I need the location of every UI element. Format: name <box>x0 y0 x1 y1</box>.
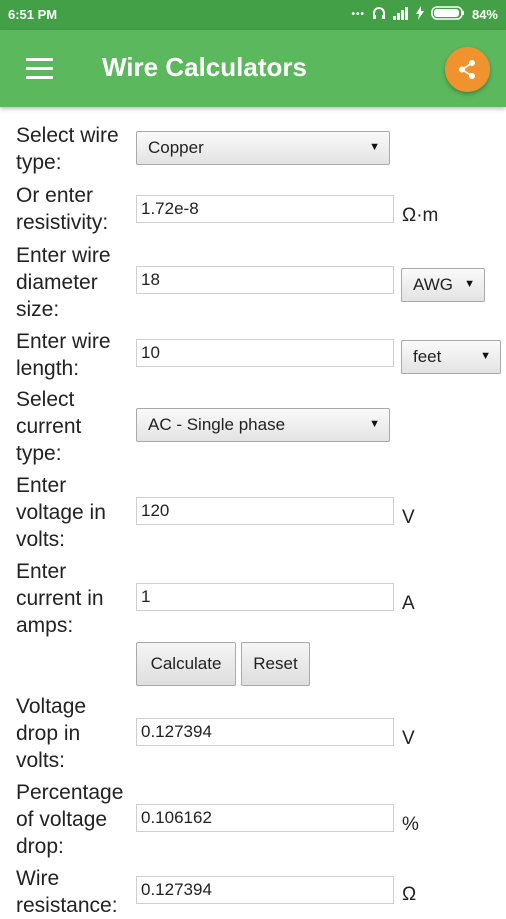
percent-drop-label: Percentage of voltage drop: <box>16 781 124 858</box>
voltage-unit: V <box>402 507 415 528</box>
diameter-unit-select[interactable]: AWG ▼ <box>401 268 485 302</box>
app-bar: Wire Calculators <box>0 30 506 107</box>
status-time: 6:51 PM <box>8 7 58 22</box>
length-unit-value: feet <box>413 347 442 366</box>
charging-icon <box>415 6 424 23</box>
status-bar: 6:51 PM ••• 84% <box>0 0 506 30</box>
dropdown-arrow-icon: ▼ <box>480 350 491 362</box>
diameter-unit-value: AWG <box>413 275 453 294</box>
dropdown-arrow-icon: ▼ <box>464 278 475 290</box>
wire-type-label: Select wire type: <box>16 124 119 174</box>
signal-icon <box>392 6 409 23</box>
current-unit: A <box>402 593 415 614</box>
length-unit-select[interactable]: feet ▼ <box>401 340 501 374</box>
current-input[interactable]: 1 <box>136 583 394 611</box>
resistivity-unit: Ω·m <box>402 205 439 226</box>
resistivity-input[interactable]: 1.72e-8 <box>136 195 394 223</box>
length-label: Enter wire length: <box>16 330 111 380</box>
share-icon <box>459 60 475 79</box>
length-input[interactable]: 10 <box>136 339 394 367</box>
resistivity-label: Or enter resistivity: <box>16 184 109 234</box>
battery-level: 84% <box>471 7 498 22</box>
diameter-label: Enter wire diameter size: <box>16 244 111 321</box>
voltage-drop-unit: V <box>402 728 415 749</box>
voltage-input[interactable]: 120 <box>136 497 394 525</box>
share-button[interactable] <box>445 47 490 92</box>
battery-icon <box>431 6 465 23</box>
wire-type-select[interactable]: Copper ▼ <box>136 131 390 165</box>
dropdown-arrow-icon: ▼ <box>369 418 380 430</box>
voltage-drop-output[interactable]: 0.127394 <box>136 718 394 746</box>
headphones-icon <box>372 6 386 23</box>
app-title: Wire Calculators <box>102 52 307 82</box>
menu-icon[interactable] <box>26 58 54 80</box>
percent-drop-output[interactable]: 0.106162 <box>136 804 394 832</box>
current-type-label: Select current type: <box>16 388 82 465</box>
resistance-label: Wire resistance: <box>16 867 118 917</box>
current-type-select[interactable]: AC - Single phase ▼ <box>136 408 390 442</box>
current-type-value: AC - Single phase <box>148 415 286 434</box>
status-icons: ••• 84% <box>351 6 498 23</box>
percent-drop-unit: % <box>402 814 419 835</box>
dropdown-arrow-icon: ▼ <box>369 141 380 153</box>
voltage-label: Enter voltage in volts: <box>16 474 106 551</box>
current-label: Enter current in amps: <box>16 560 104 637</box>
resistance-unit: Ω <box>402 884 417 905</box>
wire-type-value: Copper <box>148 138 204 157</box>
voltage-drop-label: Voltage drop in volts: <box>16 695 87 772</box>
calculate-button[interactable]: Calculate <box>136 642 236 686</box>
reset-button[interactable]: Reset <box>241 642 310 686</box>
more-dots-icon: ••• <box>351 9 365 20</box>
diameter-input[interactable]: 18 <box>136 266 394 294</box>
